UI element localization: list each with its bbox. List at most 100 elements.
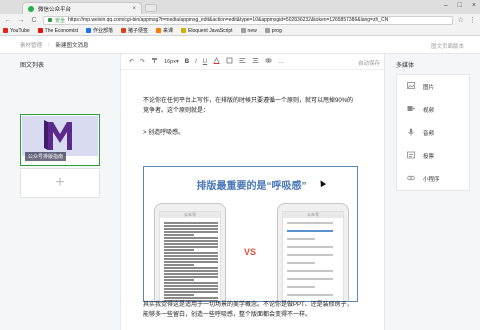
article-editor: ↶ ↷ 16px▾ B I U … 自动保存 不论你在任何平台上写作，在排版的时… (120, 54, 386, 330)
breadcrumb-root[interactable]: 素材管理 (20, 41, 42, 49)
tab-close-icon[interactable]: × (132, 6, 136, 12)
forward-icon[interactable]: → (17, 17, 25, 24)
browser-tab[interactable]: 微信公众平台 × (22, 2, 142, 14)
phone-header-left: 公众号 (160, 212, 220, 218)
link-icon[interactable] (265, 57, 272, 66)
text-line (287, 254, 333, 256)
text-line (287, 262, 315, 264)
breadcrumb-separator: / (48, 41, 50, 48)
font-color-icon[interactable] (213, 57, 220, 66)
breadcrumb: 素材管理 / 新建图文消息 图文页面版本 (0, 36, 480, 54)
secure-label: 安全 (55, 17, 66, 24)
text-line (287, 278, 333, 280)
add-article-button[interactable]: + (20, 168, 100, 198)
undo-icon[interactable]: ↶ (129, 58, 134, 65)
bold-button[interactable]: B (185, 59, 189, 65)
font-size-select[interactable]: 16px▾ (164, 59, 179, 65)
text-line (164, 258, 218, 260)
paragraph-intro[interactable]: 不论你在任何平台上写作，在排版的时候只要遵循一个原则，就可以甩掉90%的竞争者。… (143, 96, 358, 116)
text-line (164, 252, 218, 254)
text-line (164, 240, 218, 242)
minimize-icon[interactable]: – (444, 2, 448, 9)
bookmark-item[interactable]: prog (264, 27, 282, 34)
bookmark-favicon-icon (121, 28, 127, 33)
media-panel: 多媒体 图片 视频 音频 投票 小程序 (392, 54, 480, 330)
text-line (164, 237, 218, 239)
text-line (164, 255, 218, 257)
bookmark-label: YouTube (10, 27, 30, 34)
media-item-vote[interactable]: 投票 (397, 144, 469, 167)
media-item-video[interactable]: 视频 (397, 98, 469, 121)
media-list: 图片 视频 音频 投票 小程序 (396, 74, 470, 191)
align-left-icon[interactable] (239, 57, 246, 66)
bookmark-item[interactable]: new (240, 27, 257, 34)
bookmark-star-icon[interactable]: ☆ (458, 16, 464, 24)
align-center-icon[interactable] (252, 57, 259, 66)
text-line (287, 286, 315, 288)
close-window-icon[interactable]: × (472, 2, 476, 9)
bookmark-item[interactable]: 来课 (156, 27, 173, 34)
address-bar[interactable]: 安全 https://mp.weixin.qq.com/cgi-bin/appm… (43, 15, 453, 25)
text-line (164, 291, 218, 293)
text-line (287, 246, 333, 248)
media-item-label: 投票 (423, 153, 435, 160)
phone-header-right: 公众号 (283, 212, 343, 218)
media-item-label: 图片 (423, 84, 435, 91)
text-line (164, 246, 218, 248)
text-line (164, 282, 218, 284)
text-line (164, 297, 218, 299)
bookmark-label: 来课 (163, 28, 174, 34)
media-item-image[interactable]: 图片 (397, 75, 469, 98)
page-version-link[interactable]: 图文页面版本 (431, 42, 464, 50)
back-icon[interactable]: ← (4, 17, 12, 24)
text-line (287, 230, 333, 232)
bookmark-item[interactable]: 作业部落 (86, 27, 113, 34)
bookmark-item[interactable]: Eloquent JavaScript (181, 27, 233, 34)
text-line (164, 228, 218, 230)
text-line (164, 279, 194, 281)
article-inline-image[interactable]: 排版最重要的是“呼吸感” 公众号 VS 公众号 (143, 166, 358, 302)
bookmarks-bar: YouTube The Economist 作业部落 猪子便签 来课 Eloquent J… (0, 26, 480, 36)
vote-icon (407, 151, 415, 161)
paragraph-closing[interactable]: 其实我觉得这是适用于一切场景的美学概念。不论你是做PPT、还是装修房子，能够多一… (143, 300, 358, 320)
media-item-audio[interactable]: 音频 (397, 121, 469, 144)
bookmark-label: prog (271, 27, 282, 34)
text-line (164, 285, 218, 287)
bookmark-item[interactable]: The Economist (37, 28, 78, 34)
more-tools-icon[interactable]: … (278, 59, 284, 65)
bookmark-label: 猪子便签 (128, 28, 149, 34)
maximize-icon[interactable]: □ (458, 2, 462, 9)
bookmark-favicon-icon (264, 28, 270, 33)
text-line (164, 294, 194, 296)
paragraph-quote[interactable]: > 创造呼吸感。 (143, 128, 358, 138)
video-icon (407, 105, 415, 114)
redo-icon[interactable]: ↷ (140, 58, 145, 65)
page: 素材管理 / 新建图文消息 图文页面版本 图文列表 公众号排版指南 + ↶ ↷ … (0, 36, 480, 330)
media-item-label: 视频 (423, 107, 435, 114)
wechat-favicon-icon (28, 5, 34, 12)
breadcrumb-current: 新建图文消息 (55, 42, 89, 49)
media-item-miniprogram[interactable]: 小程序 (397, 167, 469, 190)
bookmark-favicon-icon (240, 28, 246, 33)
toolbar-icons: ☆ ⋮ (458, 16, 476, 24)
bookmark-item[interactable]: 猪子便签 (121, 27, 148, 34)
reload-icon[interactable]: C (30, 17, 38, 24)
bookmark-label: Eloquent JavaScript (188, 27, 233, 34)
phone-screen-left: 公众号 (159, 211, 221, 301)
italic-button[interactable]: I (195, 59, 197, 65)
url-text[interactable]: https://mp.weixin.qq.com/cgi-bin/appmsg?… (68, 17, 388, 23)
article-card[interactable]: 公众号排版指南 (20, 114, 100, 166)
bookmark-label: new (247, 27, 257, 34)
bookmark-favicon-icon (181, 28, 187, 33)
browser-menu-icon[interactable]: ⋮ (469, 16, 476, 24)
background-color-icon[interactable] (226, 57, 233, 66)
text-line (164, 288, 218, 290)
bookmark-item[interactable]: YouTube (3, 28, 30, 34)
text-line (287, 294, 333, 296)
text-line (287, 270, 333, 272)
article-list-title: 图文列表 (20, 63, 45, 69)
underline-button[interactable]: U (203, 59, 207, 65)
new-tab-button[interactable] (145, 4, 157, 12)
article-image-title: 排版最重要的是“呼吸感” (196, 181, 307, 192)
format-brush-icon[interactable] (151, 57, 158, 66)
